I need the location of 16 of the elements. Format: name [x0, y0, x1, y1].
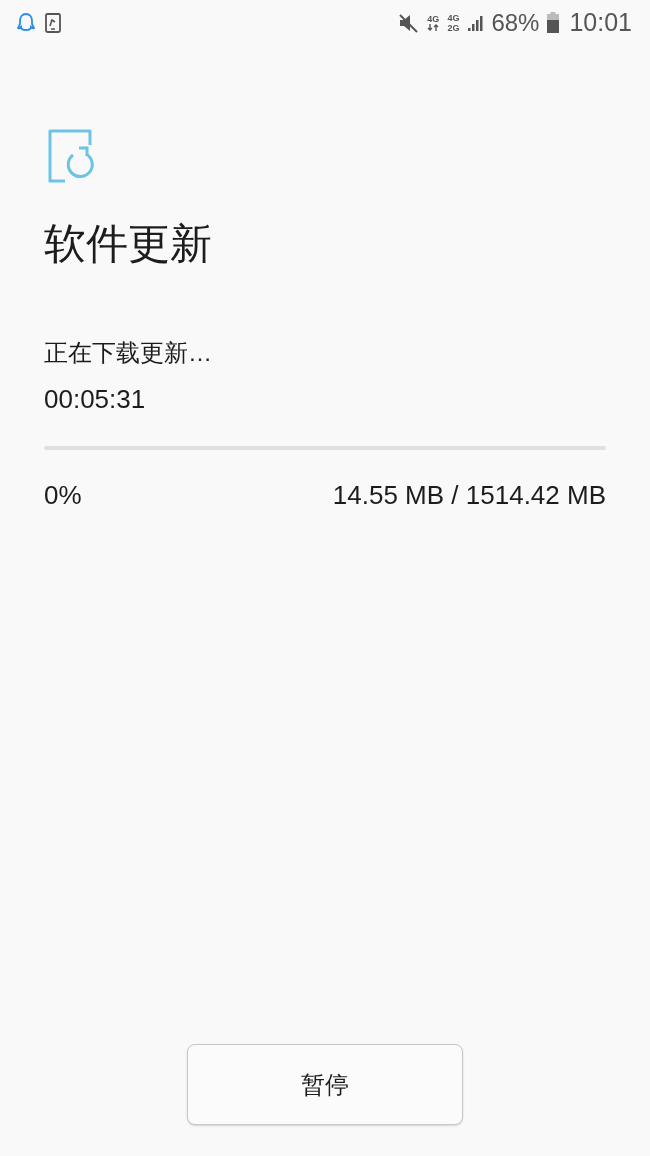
progress-percent: 0%	[44, 479, 82, 512]
network-label: 4G	[447, 12, 460, 23]
mute-icon	[397, 11, 420, 34]
network-label: 4G	[427, 14, 440, 24]
download-size: 14.55 MB / 1514.42 MB	[332, 479, 606, 512]
download-status: 正在下载更新…	[44, 338, 213, 368]
data-arrows-icon	[427, 24, 440, 31]
battery-icon	[547, 12, 560, 33]
elapsed-time: 00:05:31	[44, 383, 147, 416]
battery-percent: 68%	[491, 8, 540, 37]
page-title: 软件更新	[44, 218, 213, 270]
clock: 10:01	[569, 8, 632, 37]
network-label: 2G	[447, 22, 460, 33]
pause-button[interactable]: 暂停	[187, 1044, 463, 1125]
signal-icon	[467, 13, 484, 32]
chat-app-icon	[16, 11, 36, 34]
